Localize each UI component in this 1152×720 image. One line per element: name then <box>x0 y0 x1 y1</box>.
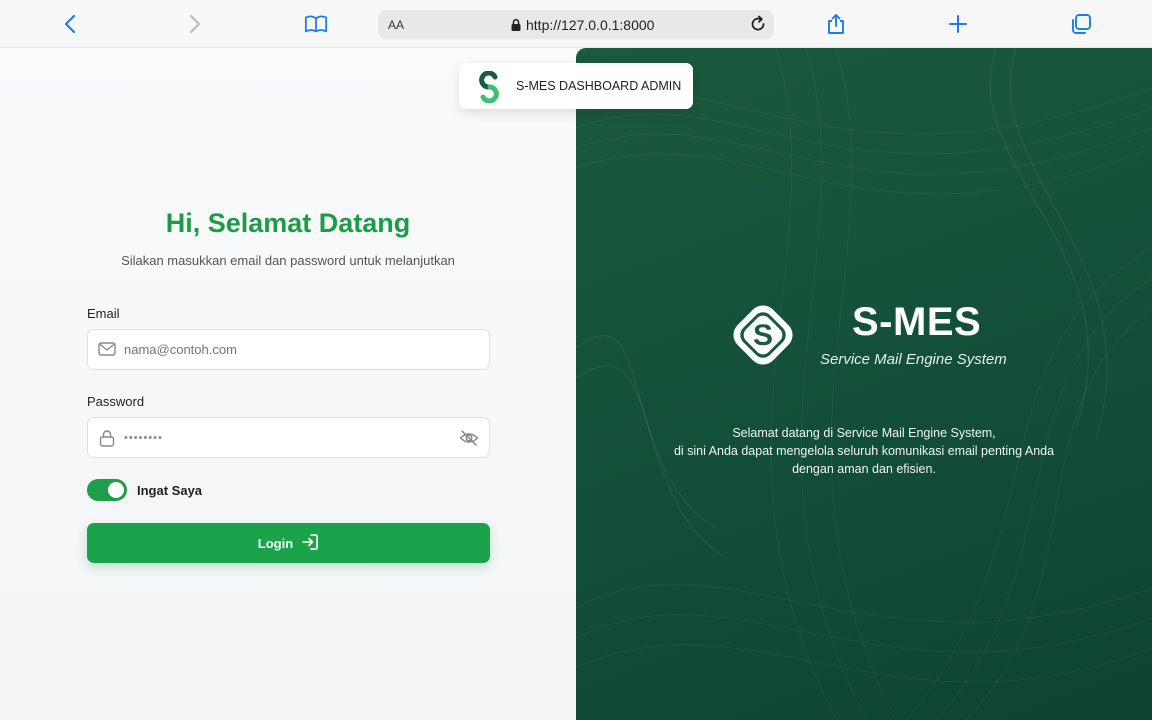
password-field[interactable]: •••••••• <box>87 417 490 458</box>
remember-me-toggle[interactable] <box>87 479 127 501</box>
bookmarks-icon[interactable] <box>304 12 328 36</box>
dashboard-badge-title: S-MES DASHBOARD ADMIN <box>516 79 682 93</box>
brand-subtitle: Service Mail Engine System <box>820 351 1007 368</box>
password-input[interactable]: •••••••• <box>124 432 163 444</box>
tabs-icon[interactable] <box>1069 12 1093 36</box>
lock-icon <box>98 429 116 452</box>
s-mes-logo: S <box>726 298 800 377</box>
back-icon[interactable] <box>59 12 83 36</box>
login-button-label: Login <box>257 535 294 551</box>
brand-description-line: di sini Anda dapat mengelola seluruh kom… <box>673 444 1055 458</box>
svg-text:S: S <box>753 319 773 352</box>
welcome-subtitle: Silakan masukkan email dan password untu… <box>121 253 455 268</box>
eye-off-icon[interactable] <box>459 429 479 452</box>
brand-panel: S S-MES Service Mail Engine System Selam… <box>576 48 1152 720</box>
dashboard-badge: S-MES DASHBOARD ADMIN <box>459 63 693 109</box>
lock-icon <box>510 18 522 37</box>
welcome-heading: Hi, Selamat Datang <box>165 208 411 238</box>
email-label: Email <box>87 306 120 321</box>
browser-toolbar: AA http://127.0.0.1:8000 <box>0 0 1152 48</box>
brand-title: S-MES <box>852 300 982 344</box>
reader-aa-button[interactable]: AA <box>388 18 404 32</box>
email-field[interactable] <box>87 329 490 370</box>
new-tab-icon[interactable] <box>946 12 970 36</box>
brand-description: Selamat datang di Service Mail Engine Sy… <box>576 424 1152 478</box>
wave-pattern-decoration <box>576 48 1152 720</box>
mail-icon <box>98 341 116 362</box>
password-label: Password <box>87 394 145 409</box>
url-text[interactable]: http://127.0.0.1:8000 <box>526 17 654 33</box>
share-icon[interactable] <box>824 12 848 36</box>
login-arrow-icon <box>301 533 319 554</box>
brand-description-line: Selamat datang di Service Mail Engine Sy… <box>732 426 996 440</box>
remember-me-label: Ingat Saya <box>137 483 203 498</box>
email-input[interactable] <box>124 330 454 369</box>
brand-description-line: dengan aman dan efisien. <box>792 462 936 476</box>
login-panel: Hi, Selamat Datang Silakan masukkan emai… <box>0 48 576 720</box>
login-button[interactable]: Login <box>87 523 490 563</box>
address-bar[interactable]: AA http://127.0.0.1:8000 <box>378 10 774 39</box>
forward-icon[interactable] <box>182 12 206 36</box>
s-logo-icon <box>475 70 503 108</box>
reload-icon[interactable] <box>748 14 768 39</box>
toggle-knob <box>108 482 124 498</box>
